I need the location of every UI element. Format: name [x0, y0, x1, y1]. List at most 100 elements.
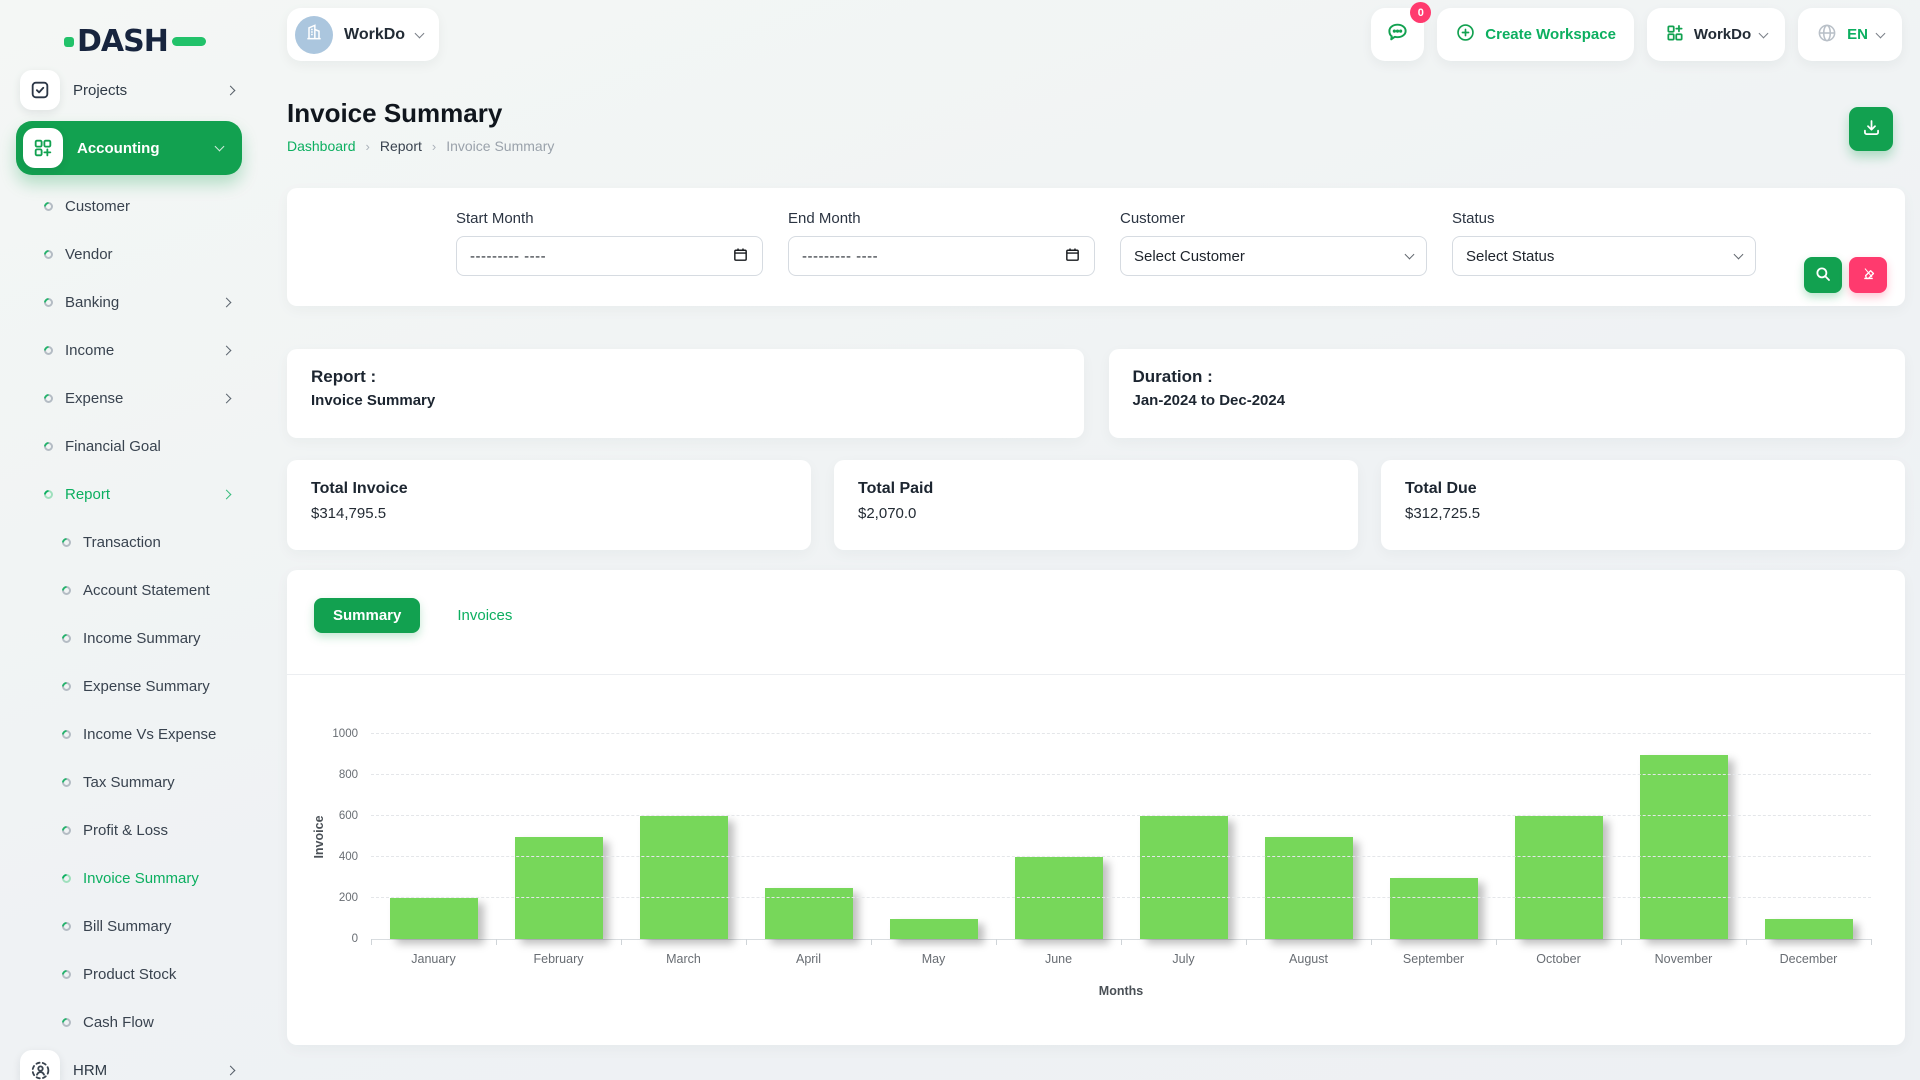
workspace-name: WorkDo	[344, 26, 405, 44]
app-logo[interactable]: DASH	[64, 24, 206, 59]
apply-filter-button[interactable]	[1804, 257, 1842, 293]
sidebar-item-label: Income Summary	[83, 630, 201, 647]
logo-dot-icon	[64, 37, 74, 47]
stat-label: Total Paid	[858, 480, 1334, 498]
sidebar-item-account-statement[interactable]: Account Statement	[0, 566, 258, 614]
sidebar-item-bill-summary[interactable]: Bill Summary	[0, 902, 258, 950]
sidebar-item-banking[interactable]: Banking	[0, 278, 258, 326]
customer-select[interactable]: Select Customer	[1120, 236, 1427, 276]
app-menu-button[interactable]: WorkDo	[1647, 8, 1785, 61]
bar-slot	[1746, 919, 1871, 940]
end-month-input[interactable]: --------- ----	[788, 236, 1095, 276]
language-selector[interactable]: EN	[1798, 8, 1902, 61]
sidebar-item-income[interactable]: Income	[0, 326, 258, 374]
chevron-down-icon	[1734, 250, 1744, 260]
sidebar-item-report[interactable]: Report	[0, 470, 258, 518]
download-button[interactable]	[1849, 107, 1893, 151]
globe-icon	[1816, 22, 1838, 48]
stat-value: $312,725.5	[1405, 505, 1881, 522]
chevron-down-icon	[1405, 250, 1415, 260]
create-workspace-button[interactable]: Create Workspace	[1437, 8, 1634, 61]
bar-june[interactable]	[1015, 857, 1103, 939]
breadcrumb-item-report[interactable]: Report	[380, 138, 422, 154]
bar-slot	[621, 816, 746, 939]
sidebar-item-label: Income	[65, 342, 114, 359]
sidebar-item-hrm[interactable]: HRM	[0, 1046, 258, 1080]
duration-value: Jan-2024 to Dec-2024	[1133, 392, 1882, 409]
sidebar-item-transaction[interactable]: Transaction	[0, 518, 258, 566]
sidebar-item-expense[interactable]: Expense	[0, 374, 258, 422]
bar-july[interactable]	[1140, 816, 1228, 939]
bar-slot	[1246, 837, 1371, 940]
sidebar-item-financial-goal[interactable]: Financial Goal	[0, 422, 258, 470]
bar-december[interactable]	[1765, 919, 1853, 940]
tab-summary[interactable]: Summary	[314, 598, 420, 633]
stat-label: Total Due	[1405, 480, 1881, 498]
status-select[interactable]: Select Status	[1452, 236, 1756, 276]
axis-tick	[1246, 939, 1247, 945]
sidebar-item-invoice-summary[interactable]: Invoice Summary	[0, 854, 258, 902]
sidebar-item-cash-flow[interactable]: Cash Flow	[0, 998, 258, 1046]
sidebar-item-accounting[interactable]: Accounting	[16, 121, 242, 175]
bullet-icon	[60, 920, 73, 933]
breadcrumb-separator: ›	[432, 139, 436, 154]
sidebar-item-expense-summary[interactable]: Expense Summary	[0, 662, 258, 710]
bar-march[interactable]	[640, 816, 728, 939]
chevron-right-icon	[226, 85, 236, 95]
bar-slot	[871, 919, 996, 940]
gridline-800	[371, 774, 1871, 775]
calendar-icon	[732, 246, 749, 267]
bar-august[interactable]	[1265, 837, 1353, 940]
bar-september[interactable]	[1390, 878, 1478, 940]
bar-february[interactable]	[515, 837, 603, 940]
axis-tick	[871, 939, 872, 945]
sidebar-item-vendor[interactable]: Vendor	[0, 230, 258, 278]
bullet-icon	[42, 392, 55, 405]
stat-label: Total Invoice	[311, 480, 787, 498]
x-tick-label: October	[1496, 952, 1621, 966]
main-content: Invoice Summary Dashboard›Report›Invoice…	[258, 72, 1920, 1080]
end-month-value: --------- ----	[802, 248, 1056, 265]
bullet-icon	[60, 728, 73, 741]
axis-tick	[1371, 939, 1372, 945]
tab-invoices[interactable]: Invoices	[438, 598, 531, 633]
bullet-icon	[42, 440, 55, 453]
bar-october[interactable]	[1515, 816, 1603, 939]
bar-slot	[746, 888, 871, 939]
bar-april[interactable]	[765, 888, 853, 939]
end-month-label: End Month	[788, 210, 1095, 227]
bullet-icon	[60, 968, 73, 981]
chevron-right-icon	[226, 1065, 236, 1075]
stat-value: $314,795.5	[311, 505, 787, 522]
bar-january[interactable]	[390, 898, 478, 939]
sidebar-item-customer[interactable]: Customer	[0, 182, 258, 230]
sidebar-item-label: HRM	[73, 1062, 214, 1079]
chevron-right-icon	[222, 297, 232, 307]
language-label: EN	[1847, 26, 1868, 43]
chevron-right-icon	[222, 489, 232, 499]
sidebar-item-income-summary[interactable]: Income Summary	[0, 614, 258, 662]
sidebar-item-projects[interactable]: Projects	[0, 66, 258, 114]
sidebar-item-income-vs-expense[interactable]: Income Vs Expense	[0, 710, 258, 758]
workspace-selector[interactable]: WorkDo	[287, 8, 439, 61]
bar-slot	[1621, 755, 1746, 940]
sidebar-item-label: Invoice Summary	[83, 870, 199, 887]
y-tick-label: 600	[316, 810, 358, 822]
logo-text: DASH	[77, 24, 168, 59]
breadcrumb-item-dashboard[interactable]: Dashboard	[287, 138, 356, 154]
bar-may[interactable]	[890, 919, 978, 940]
sidebar-item-tax-summary[interactable]: Tax Summary	[0, 758, 258, 806]
reset-filter-button[interactable]	[1849, 257, 1887, 293]
bullet-icon	[60, 584, 73, 597]
sidebar-item-product-stock[interactable]: Product Stock	[0, 950, 258, 998]
bullet-icon	[60, 1016, 73, 1029]
messages-button[interactable]: 0	[1371, 8, 1424, 61]
bar-november[interactable]	[1640, 755, 1728, 940]
start-month-input[interactable]: --------- ----	[456, 236, 763, 276]
sidebar-item-profit-loss[interactable]: Profit & Loss	[0, 806, 258, 854]
report-value: Invoice Summary	[311, 392, 1060, 409]
y-tick-label: 1000	[316, 728, 358, 740]
sidebar-item-label: Product Stock	[83, 966, 176, 983]
bullet-icon	[60, 824, 73, 837]
bar-slot	[1496, 816, 1621, 939]
